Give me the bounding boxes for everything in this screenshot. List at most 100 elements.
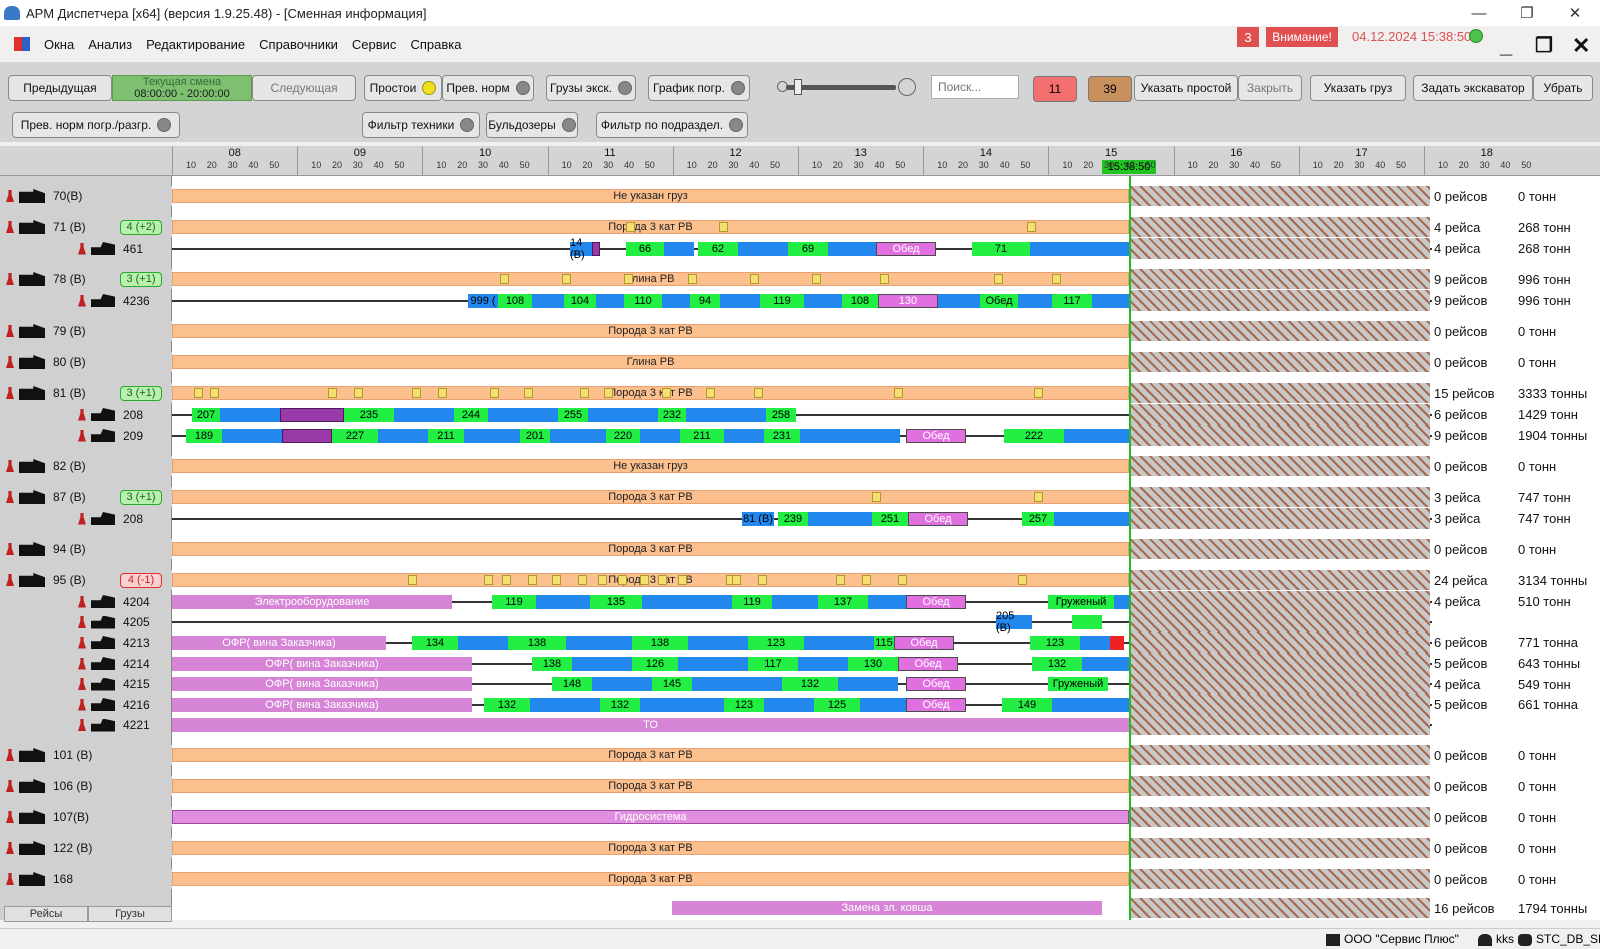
equipment-row[interactable]: 101 (В) Порода 3 кат РВ 0 рейсов 0 тонн bbox=[0, 745, 1600, 765]
equipment-row[interactable]: 4213 ОФР( вина Заказчика) 134 138 138 123 115 О… bbox=[0, 632, 1600, 653]
work-segment[interactable]: 232 bbox=[658, 407, 686, 422]
work-segment[interactable] bbox=[804, 293, 842, 308]
work-segment[interactable] bbox=[530, 697, 600, 712]
downtime-segment[interactable]: ОФР( вина Заказчика) bbox=[172, 697, 472, 712]
work-segment[interactable]: 255 bbox=[558, 407, 588, 422]
remove-button[interactable]: Убрать bbox=[1533, 75, 1593, 101]
row-label[interactable]: 70(В) bbox=[0, 186, 172, 206]
work-segment[interactable]: 130 bbox=[848, 656, 898, 671]
set-cargo-button[interactable]: Указать груз bbox=[1310, 75, 1406, 101]
work-segment[interactable] bbox=[938, 293, 980, 308]
trip-marker[interactable] bbox=[754, 388, 763, 398]
trip-marker[interactable] bbox=[210, 388, 219, 398]
work-segment[interactable] bbox=[838, 677, 898, 691]
work-segment[interactable] bbox=[1092, 293, 1129, 308]
work-segment[interactable]: 108 bbox=[498, 293, 532, 308]
work-segment[interactable]: 123 bbox=[724, 697, 764, 712]
work-segment[interactable]: 138 bbox=[632, 635, 688, 650]
work-segment[interactable]: Обед bbox=[980, 293, 1018, 308]
tab-cargo[interactable]: Грузы bbox=[88, 906, 172, 922]
work-segment[interactable]: 137 bbox=[818, 594, 868, 609]
trip-marker[interactable] bbox=[552, 575, 561, 585]
work-segment[interactable] bbox=[1082, 656, 1129, 671]
work-segment[interactable]: 69 bbox=[788, 241, 828, 256]
trip-marker[interactable] bbox=[706, 388, 715, 398]
work-segment[interactable]: 62 bbox=[698, 241, 738, 256]
idle-toggle[interactable]: Простои bbox=[364, 75, 442, 101]
work-segment[interactable]: 201 bbox=[520, 428, 550, 443]
trip-marker[interactable] bbox=[678, 575, 687, 585]
next-shift-button[interactable]: Следующая bbox=[252, 75, 356, 101]
close-idle-button[interactable]: Закрыть bbox=[1238, 75, 1302, 101]
equipment-row[interactable]: 82 (В) Не указан груз 0 рейсов 0 тонн bbox=[0, 456, 1600, 476]
cargo-exc-toggle[interactable]: Грузы экск. bbox=[546, 75, 636, 101]
work-segment[interactable] bbox=[1054, 511, 1129, 526]
row-label[interactable]: 4205 bbox=[0, 612, 172, 632]
trip-marker[interactable] bbox=[438, 388, 447, 398]
cargo-bar[interactable]: Порода 3 кат РВ bbox=[172, 779, 1129, 793]
restore-button[interactable]: ❐ bbox=[1504, 0, 1550, 26]
trip-marker[interactable] bbox=[562, 274, 571, 284]
work-segment[interactable]: 132 bbox=[484, 697, 530, 712]
cargo-bar[interactable]: Не указан груз bbox=[172, 459, 1129, 473]
trip-marker[interactable] bbox=[812, 274, 821, 284]
mdi-restore-icon[interactable]: ❐ bbox=[1535, 33, 1553, 58]
cargo-bar[interactable]: Глина РВ bbox=[172, 272, 1129, 286]
equipment-row[interactable]: 4216 ОФР( вина Заказчика) 132 132 123 125 Обед… bbox=[0, 694, 1600, 715]
row-label[interactable]: 101 (В) bbox=[0, 745, 172, 765]
work-segment[interactable]: 207 bbox=[192, 407, 220, 422]
trip-marker[interactable] bbox=[836, 575, 845, 585]
row-label[interactable]: 81 (В) 3 (+1) bbox=[0, 383, 172, 403]
cargo-bar[interactable]: Порода 3 кат РВ bbox=[172, 542, 1129, 556]
work-segment[interactable] bbox=[280, 407, 344, 422]
row-label[interactable]: 461 bbox=[0, 238, 172, 259]
work-segment[interactable] bbox=[642, 594, 732, 609]
work-segment[interactable] bbox=[688, 635, 748, 650]
work-segment[interactable] bbox=[458, 635, 508, 650]
work-segment[interactable] bbox=[464, 428, 520, 443]
work-segment[interactable] bbox=[592, 677, 652, 691]
work-segment[interactable]: 123 bbox=[1030, 635, 1080, 650]
equipment-row[interactable]: 4214 ОФР( вина Заказчика) 138 126 117 130 Обед… bbox=[0, 653, 1600, 674]
work-segment[interactable] bbox=[868, 594, 908, 609]
row-label[interactable]: 4204 bbox=[0, 591, 172, 612]
work-segment[interactable] bbox=[1052, 697, 1129, 712]
equipment-row[interactable]: 208 81 (В) 239 251 Обед 257 3 рейса 747 тонн bbox=[0, 508, 1600, 529]
equipment-row[interactable]: 4215 ОФР( вина Заказчика) 148 145 132 Обед Гру… bbox=[0, 674, 1600, 694]
trip-marker[interactable] bbox=[598, 575, 607, 585]
trip-marker[interactable] bbox=[624, 274, 633, 284]
load-chart-toggle[interactable]: График погр. bbox=[648, 75, 750, 101]
equipment-row[interactable]: 87 (В) 3 (+1) Порода 3 кат РВ 3 рейса 747 то… bbox=[0, 487, 1600, 507]
row-label[interactable]: 168 bbox=[0, 869, 172, 889]
downtime-segment[interactable]: ТО bbox=[172, 718, 1129, 732]
work-segment[interactable] bbox=[664, 241, 694, 256]
work-segment[interactable] bbox=[1072, 615, 1102, 629]
lunch-segment[interactable]: Обед bbox=[876, 241, 936, 256]
equipment-row[interactable]: 95 (В) 4 (-1) Порода 3 кат РВ 24 рейса 3134 … bbox=[0, 570, 1600, 590]
trip-marker[interactable] bbox=[894, 388, 903, 398]
trip-marker[interactable] bbox=[719, 222, 728, 232]
lunch-segment[interactable]: Обед bbox=[906, 428, 966, 443]
filter-tech-toggle[interactable]: Фильтр техники bbox=[362, 112, 480, 138]
downtime-segment[interactable]: Замена зл. ковша bbox=[672, 901, 1102, 915]
trip-marker[interactable] bbox=[732, 575, 741, 585]
equipment-row[interactable]: 80 (В) Глина РВ 0 рейсов 0 тонн bbox=[0, 352, 1600, 372]
work-segment[interactable]: 126 bbox=[632, 656, 678, 671]
current-shift[interactable]: Текущая смена 08:00:00 - 20:00:00 bbox=[112, 75, 252, 101]
cargo-bar[interactable]: Порода 3 кат РВ bbox=[172, 573, 1129, 587]
row-label[interactable]: 209 bbox=[0, 425, 172, 446]
downtime-segment[interactable]: ОФР( вина Заказчика) bbox=[172, 677, 472, 691]
over-norm-toggle[interactable]: Прев. норм bbox=[442, 75, 534, 101]
menu-service[interactable]: Сервис bbox=[352, 37, 397, 52]
work-segment[interactable] bbox=[592, 241, 600, 256]
equipment-row[interactable]: 78 (В) 3 (+1) Глина РВ 9 рейсов 996 тонн bbox=[0, 269, 1600, 289]
row-label[interactable]: 71 (В) 4 (+2) bbox=[0, 217, 172, 237]
trip-marker[interactable] bbox=[750, 274, 759, 284]
trip-marker[interactable] bbox=[484, 575, 493, 585]
trip-marker[interactable] bbox=[662, 388, 671, 398]
work-segment[interactable]: 132 bbox=[600, 697, 640, 712]
cargo-bar[interactable]: Порода 3 кат РВ bbox=[172, 841, 1129, 855]
work-segment[interactable] bbox=[640, 428, 680, 443]
work-segment[interactable] bbox=[764, 697, 814, 712]
work-segment[interactable] bbox=[640, 697, 724, 712]
